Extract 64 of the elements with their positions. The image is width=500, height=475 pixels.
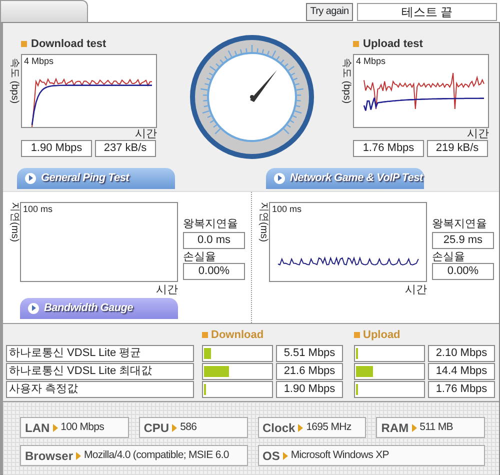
info-value: 1695 MHz <box>306 420 352 435</box>
scale-label: 4 Mbps <box>24 56 54 66</box>
row-label: 하나로통신 VDSL Lite 평균 <box>6 345 194 362</box>
speed-value: 21.6 Mbps <box>276 363 343 380</box>
info-value: 100 Mbps <box>60 420 104 435</box>
stat-label: 왕복지연율 <box>432 218 488 230</box>
latency-value: 25.9 ms <box>432 232 494 249</box>
info-label: LAN <box>25 420 50 436</box>
speed-value: 1.90 Mbps <box>21 140 92 157</box>
column-header: Download <box>211 328 264 343</box>
bullet-icon <box>202 332 208 338</box>
rate-value: 219 kB/s <box>426 140 488 157</box>
info-value: 511 MB <box>420 420 453 435</box>
info-value: Microsoft Windows XP <box>290 448 389 463</box>
arrow-icon <box>172 424 178 432</box>
panel-title: Download test <box>31 36 106 52</box>
section-tab[interactable]: Bandwidth Gauge <box>20 298 178 319</box>
speed-value: 1.90 Mbps <box>276 381 343 398</box>
speed-value: 1.76 Mbps <box>353 140 424 157</box>
stat-label: 왕복지연율 <box>183 218 239 230</box>
arrow-icon <box>412 424 417 432</box>
column-header: Upload <box>363 328 400 343</box>
info-value: 586 <box>180 420 197 435</box>
info-label: Clock <box>262 420 296 436</box>
speed-value: 14.4 Mbps <box>428 363 495 380</box>
bullet-icon <box>353 41 359 47</box>
info-label: OS <box>262 448 280 464</box>
arrow-icon <box>298 424 304 432</box>
axis-label: 속도 (bps) <box>340 58 352 106</box>
info-value: Mozilla/4.0 (compatible; MSIE 6.0 <box>84 448 229 463</box>
stat-label: 손실율 <box>183 251 217 263</box>
axis-label: 시간 <box>156 284 178 296</box>
section-tab[interactable]: Network Game & VoIP Test <box>266 168 424 189</box>
scale-label: 100 ms <box>272 204 302 214</box>
scale-label: 100 ms <box>23 204 53 214</box>
loss-value: 0.00% <box>183 263 245 280</box>
axis-label: 시간 <box>467 128 489 140</box>
speed-value: 1.76 Mbps <box>428 381 495 398</box>
row-label: 하나로통신 VDSL Lite 최대값 <box>6 363 194 380</box>
arrow-icon <box>282 452 288 460</box>
info-label: Browser <box>25 448 74 464</box>
axis-label: 지연(ms) <box>8 202 20 244</box>
info-label: RAM <box>381 420 409 436</box>
axis-label: 속도 (bps) <box>8 58 20 106</box>
bullet-icon <box>21 41 27 47</box>
axis-label: 시간 <box>405 284 427 296</box>
info-label: CPU <box>144 420 170 436</box>
arrow-icon <box>76 452 82 460</box>
row-label: 사용자 측정값 <box>6 381 194 398</box>
stat-label: 손실율 <box>432 251 466 263</box>
try-again-button[interactable]: Try again <box>306 3 353 21</box>
arrow-icon <box>52 424 58 432</box>
speed-value: 5.51 Mbps <box>276 345 343 362</box>
rate-value: 237 kB/s <box>94 140 156 157</box>
axis-label: 지연(ms) <box>257 202 269 244</box>
axis-label: 시간 <box>135 128 157 140</box>
speed-value: 2.10 Mbps <box>428 345 495 362</box>
latency-value: 0.0 ms <box>183 232 245 249</box>
loss-value: 0.00% <box>432 263 494 280</box>
section-tab[interactable]: General Ping Test <box>17 168 175 189</box>
scale-label: 4 Mbps <box>356 56 386 66</box>
status-field: 테스트 끝 <box>357 3 497 21</box>
panel-title: Upload test <box>363 36 423 52</box>
bullet-icon <box>354 332 360 338</box>
